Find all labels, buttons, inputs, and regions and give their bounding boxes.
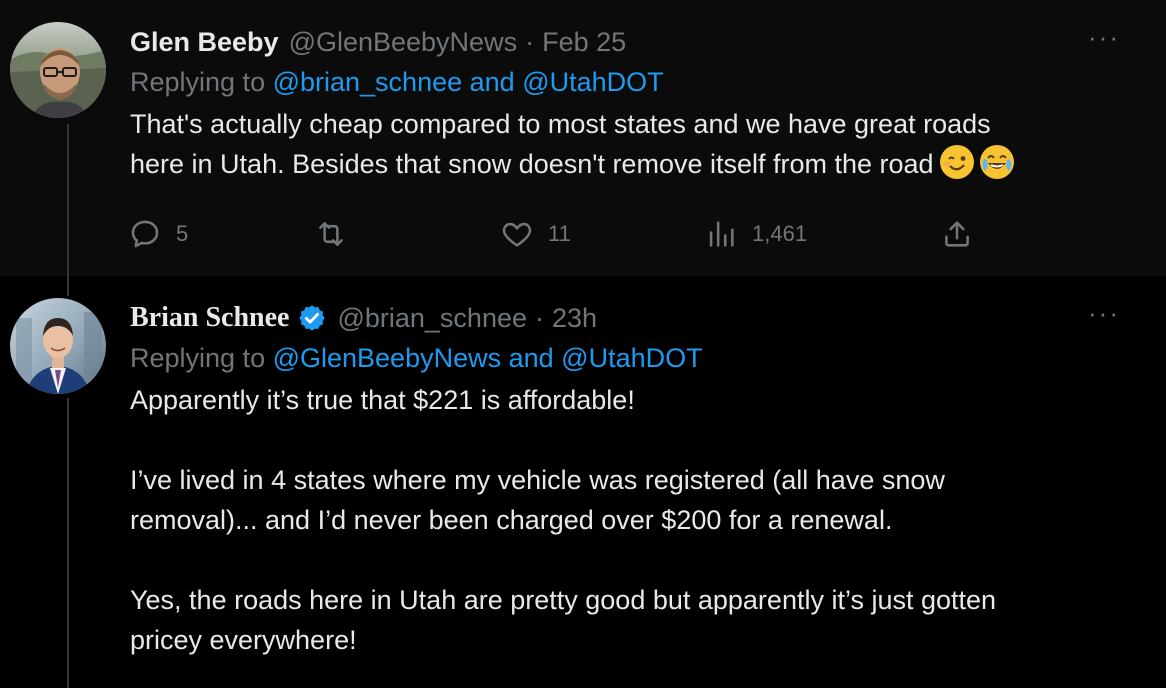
retweet-button[interactable] [314, 212, 362, 256]
avatar[interactable] [10, 298, 106, 394]
views-count: 1,461 [752, 221, 808, 246]
tweet-text: Apparently it’s true that $221 is afford… [130, 385, 997, 655]
replying-to-line: Replying to @brian_schnee and @UtahDOT [130, 62, 1126, 102]
tweet-header: Glen Beeby @GlenBeebyNews · Feb 25 [130, 22, 1126, 62]
share-upload-icon [940, 217, 974, 251]
tweet-text-content: That's actually cheap compared to most s… [130, 109, 991, 179]
reply-bubble-icon [128, 217, 162, 251]
verified-badge-icon[interactable] [297, 303, 327, 333]
winking-face-icon [939, 145, 974, 179]
display-name[interactable]: Glen Beeby [130, 27, 279, 58]
thread-connector-line [67, 124, 69, 276]
thread-connector-line [67, 398, 69, 688]
replying-to-line: Replying to @GlenBeebyNews and @UtahDOT [130, 338, 1126, 378]
tweet-actions: 5 11 1,461 [128, 212, 988, 256]
retweet-icon [314, 217, 348, 251]
tweet-content: Brian Schnee @brian_schnee · 23h Replyin… [130, 298, 1126, 660]
thread-connector-line [67, 276, 69, 296]
tweet-glen-beeby[interactable]: Glen Beeby @GlenBeebyNews · Feb 25 Reply… [0, 0, 1166, 276]
mention-and[interactable]: and [501, 343, 561, 373]
display-name[interactable]: Brian Schnee [130, 302, 289, 334]
mention-and[interactable]: and [462, 67, 522, 97]
more-dots-icon[interactable]: ··· [1088, 300, 1120, 326]
mention-link[interactable]: @brian_schnee [273, 67, 463, 97]
face-with-tears-of-joy-icon [979, 145, 1014, 179]
like-button[interactable]: 11 [500, 212, 571, 256]
mention-link[interactable]: @UtahDOT [561, 343, 702, 373]
tweet-brian-schnee[interactable]: Brian Schnee @brian_schnee · 23h Replyin… [0, 276, 1166, 688]
more-dots-icon[interactable]: ··· [1088, 24, 1120, 50]
mention-link[interactable]: @GlenBeebyNews [273, 343, 502, 373]
avatar[interactable] [10, 22, 106, 118]
views-bar-chart-icon [704, 217, 738, 251]
timestamp[interactable]: 23h [552, 303, 597, 334]
like-count: 11 [548, 221, 571, 246]
replying-to-label: Replying to [130, 67, 273, 97]
tweet-text: That's actually cheap compared to most s… [130, 104, 1126, 184]
mention-link[interactable]: @UtahDOT [522, 67, 663, 97]
user-handle[interactable]: @GlenBeebyNews [289, 27, 518, 58]
reply-thread: Glen Beeby @GlenBeebyNews · Feb 25 Reply… [0, 0, 1166, 688]
tweet-header: Brian Schnee @brian_schnee · 23h [130, 298, 1126, 338]
views-button[interactable]: 1,461 [704, 212, 807, 256]
heart-icon [500, 217, 534, 251]
tweet-content: Glen Beeby @GlenBeebyNews · Feb 25 Reply… [130, 22, 1126, 184]
reply-count: 5 [176, 221, 189, 246]
separator-dot: · [535, 302, 544, 333]
separator-dot: · [525, 26, 535, 57]
replying-to-label: Replying to [130, 343, 273, 373]
timestamp[interactable]: Feb 25 [542, 27, 626, 58]
reply-button[interactable]: 5 [128, 212, 188, 256]
user-handle[interactable]: @brian_schnee [337, 303, 527, 334]
share-button[interactable] [940, 212, 974, 256]
